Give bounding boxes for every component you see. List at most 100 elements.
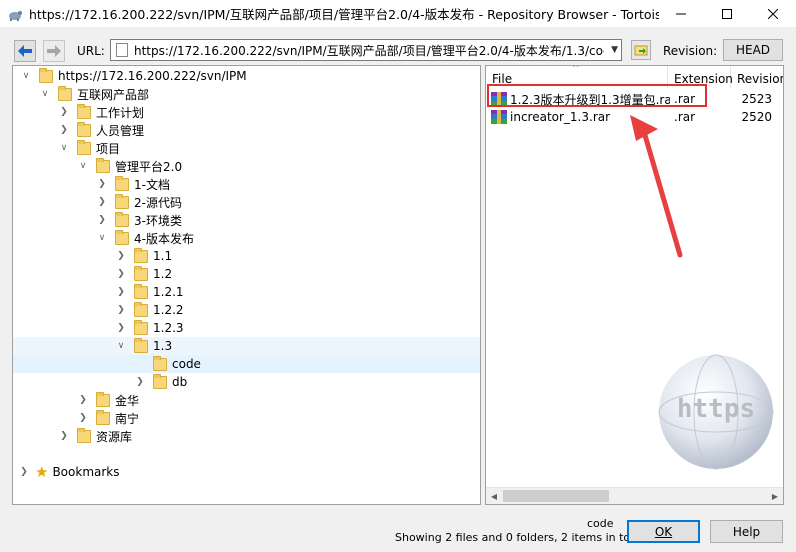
chevron-down-icon[interactable]: ▼ (611, 45, 618, 55)
go-button[interactable] (631, 40, 651, 60)
chevron-right-icon[interactable]: ❯ (135, 377, 145, 387)
sort-ascending-icon: ^ (572, 65, 580, 74)
chevron-right-icon[interactable]: ❯ (78, 395, 88, 405)
chevron-down-icon[interactable]: ∨ (59, 143, 69, 153)
tree-item[interactable]: ❯ db (13, 373, 480, 391)
back-button[interactable] (14, 40, 36, 62)
status-current-item: code (587, 517, 614, 530)
maximize-icon (722, 8, 732, 19)
rar-archive-icon (491, 110, 507, 124)
folder-icon (134, 247, 148, 263)
tree-item-label: 南宁 (115, 411, 140, 426)
folder-go-icon (634, 45, 648, 56)
help-button[interactable]: Help (710, 520, 783, 543)
minimize-icon (676, 13, 686, 14)
folder-icon (77, 139, 91, 155)
chevron-right-icon[interactable]: ❯ (97, 197, 107, 207)
tree-item-label: 人员管理 (96, 123, 145, 138)
tree-item[interactable]: ❯ 2-源代码 (13, 193, 480, 211)
tree-item[interactable]: ∨ 4-版本发布 (13, 229, 480, 247)
chevron-right-icon[interactable]: ❯ (116, 269, 126, 279)
tree-item[interactable]: ❯ 1.2.3 (13, 319, 480, 337)
tree-item[interactable]: ❯ 资源库 (13, 427, 480, 445)
tree-item-label: 工作计划 (96, 105, 145, 120)
folder-icon (115, 229, 129, 245)
tortoise-app-icon[interactable] (7, 6, 23, 22)
revision-head-button[interactable]: HEAD (723, 39, 783, 61)
file-icon (116, 43, 128, 57)
column-revision[interactable]: Revision (731, 66, 783, 88)
folder-icon (77, 103, 91, 119)
chevron-down-icon[interactable]: ∨ (97, 233, 107, 243)
chevron-right-icon[interactable]: ❯ (59, 431, 69, 441)
scroll-right-icon[interactable]: ▶ (767, 489, 783, 504)
tree-item[interactable]: ❯ 工作计划 (13, 103, 480, 121)
annotation-arrow (630, 115, 683, 258)
tree-item[interactable]: ∨ 互联网产品部 (13, 85, 480, 103)
tree-item-label: code (172, 357, 201, 371)
tree-item[interactable]: ∨ 项目 (13, 139, 480, 157)
tree-item[interactable]: ∨ 1.3 (13, 337, 480, 355)
tree-item-label: 1.1 (153, 249, 173, 263)
arrow-left-icon (18, 45, 32, 57)
tree-item-bookmarks[interactable]: ❯ ★ Bookmarks (13, 463, 480, 481)
repository-tree[interactable]: ∨ https://172.16.200.222/svn/IPM ∨ 互联网产品部 ❯ 工… (12, 65, 481, 505)
scrollbar-thumb[interactable] (503, 490, 609, 502)
chevron-right-icon[interactable]: ❯ (59, 125, 69, 135)
chevron-down-icon[interactable]: ∨ (40, 89, 50, 99)
chevron-right-icon[interactable]: ❯ (116, 251, 126, 261)
tree-item-label: 资源库 (96, 429, 133, 444)
tree-item[interactable]: ❯ 南宁 (13, 409, 480, 427)
tree-item-label: 1.2 (153, 267, 173, 281)
tree-item[interactable]: ❯ 1.2 (13, 265, 480, 283)
tree-item[interactable]: ❯ 人员管理 (13, 121, 480, 139)
folder-icon (96, 391, 110, 407)
title-bar: https://172.16.200.222/svn/IPM/互联网产品部/项目… (0, 0, 796, 27)
tree-item-label: 1.2.1 (153, 285, 184, 299)
folder-icon (115, 211, 129, 227)
tree-item[interactable]: ∨ 管理平台2.0 (13, 157, 480, 175)
column-revision-label: Revision (737, 72, 784, 86)
chevron-down-icon[interactable]: ∨ (21, 71, 31, 81)
file-revision: 2520 (741, 110, 772, 124)
tree-item[interactable]: ❯ 1.2.1 (13, 283, 480, 301)
chevron-right-icon[interactable]: ❯ (116, 323, 126, 333)
chevron-right-icon[interactable]: ❯ (97, 215, 107, 225)
chevron-right-icon[interactable]: ❯ (59, 107, 69, 117)
tree-item-label: 1.2.2 (153, 303, 184, 317)
chevron-right-icon[interactable]: ❯ (97, 179, 107, 189)
tree-item[interactable]: ∨ https://172.16.200.222/svn/IPM (13, 67, 480, 85)
bookmarks-label: Bookmarks (52, 465, 120, 479)
chevron-down-icon[interactable]: ∨ (116, 341, 126, 351)
close-button[interactable] (750, 0, 796, 27)
tree-item[interactable]: ❯ 金华 (13, 391, 480, 409)
tree-item[interactable]: ❯ 1-文档 (13, 175, 480, 193)
url-label: URL: (77, 44, 105, 58)
chevron-right-icon[interactable]: ❯ (78, 413, 88, 423)
chevron-right-icon[interactable]: ❯ (19, 467, 29, 477)
chevron-down-icon[interactable]: ∨ (78, 161, 88, 171)
chevron-right-icon[interactable]: ❯ (116, 287, 126, 297)
tree-item-label: 3-环境类 (134, 213, 182, 228)
scroll-left-icon[interactable]: ◀ (486, 489, 502, 504)
https-globe-watermark: https (658, 354, 774, 470)
arrow-right-icon (47, 45, 61, 57)
tree-item[interactable]: code (13, 355, 480, 373)
tree-item[interactable]: ❯ 3-环境类 (13, 211, 480, 229)
file-revision: 2523 (741, 92, 772, 106)
tree-item-label: 互联网产品部 (77, 87, 150, 102)
tree-item[interactable]: ❯ 1.2.2 (13, 301, 480, 319)
chevron-right-icon[interactable]: ❯ (116, 305, 126, 315)
maximize-button[interactable] (704, 0, 750, 27)
url-combobox[interactable]: https://172.16.200.222/svn/IPM/互联网产品部/项目… (110, 39, 622, 61)
tree-item[interactable]: ❯ 1.1 (13, 247, 480, 265)
ok-button[interactable]: OK (627, 520, 700, 543)
folder-icon (58, 85, 72, 101)
url-input[interactable]: https://172.16.200.222/svn/IPM/互联网产品部/项目… (134, 42, 604, 59)
forward-button[interactable] (43, 40, 65, 62)
folder-icon (134, 337, 148, 353)
minimize-button[interactable] (658, 0, 704, 27)
horizontal-scrollbar[interactable]: ◀ ▶ (486, 487, 783, 504)
tree-item-label: 1.2.3 (153, 321, 184, 335)
folder-icon (153, 355, 167, 371)
